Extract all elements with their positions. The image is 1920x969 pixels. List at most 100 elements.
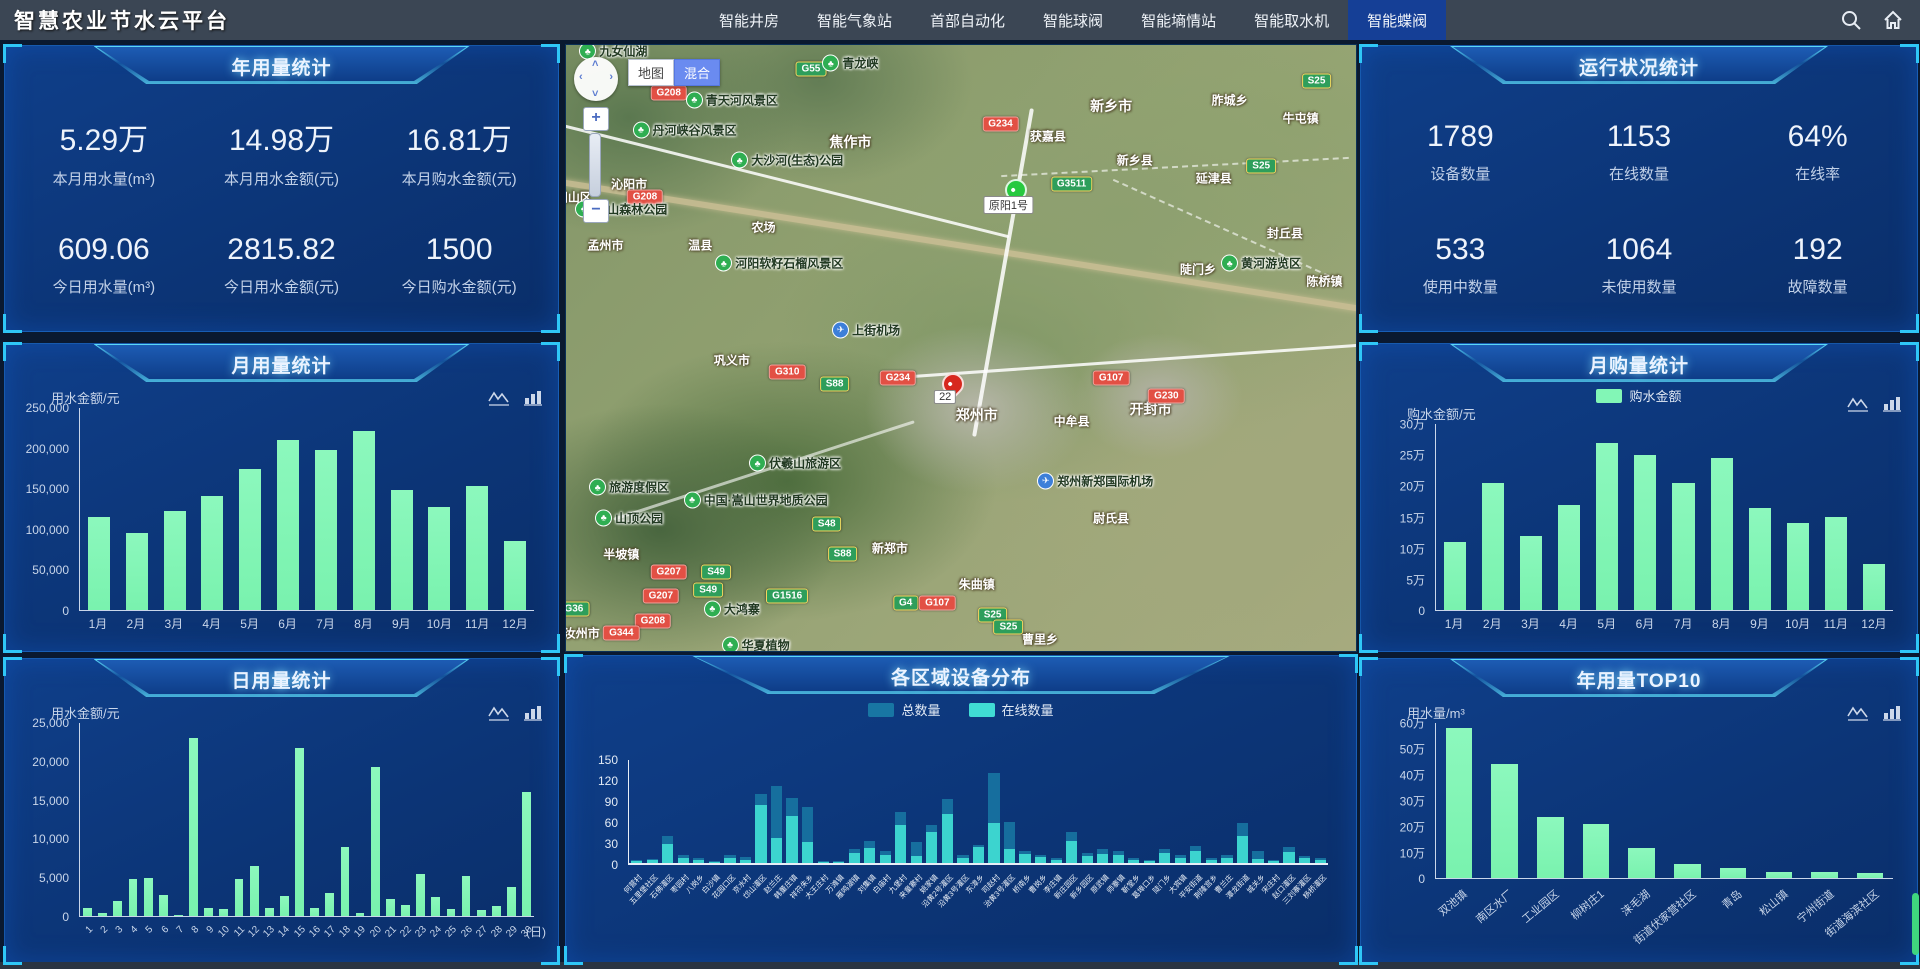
map-poi[interactable]: ♣山顶公园: [595, 509, 663, 526]
map-poi[interactable]: ♣青龙峡: [822, 55, 878, 72]
bar-online[interactable]: [1206, 860, 1217, 863]
bar[interactable]: [88, 517, 110, 610]
bar[interactable]: [1444, 542, 1466, 610]
bar[interactable]: [1558, 505, 1580, 610]
bar[interactable]: [1863, 564, 1885, 611]
bar-online[interactable]: [911, 856, 922, 863]
nav-tab-智能球阀[interactable]: 智能球阀: [1024, 0, 1122, 40]
bar-online[interactable]: [1082, 856, 1093, 863]
search-icon[interactable]: [1840, 9, 1862, 31]
bar-group[interactable]: [1266, 760, 1282, 863]
satellite-map[interactable]: 焦作市新乡市获嘉县新乡县胙城乡牛屯镇延津县封丘县沁阳市孟州市温县农场阳山区巩义市…: [565, 44, 1357, 652]
bar[interactable]: [466, 486, 488, 610]
bar-online[interactable]: [1113, 855, 1124, 863]
bar-group[interactable]: [1281, 760, 1297, 863]
bar-group[interactable]: [955, 760, 971, 863]
nav-tab-智能蝶阀[interactable]: 智能蝶阀: [1348, 0, 1446, 40]
bar-group[interactable]: [660, 760, 676, 863]
bar-group[interactable]: [971, 760, 987, 863]
bar[interactable]: [1766, 872, 1793, 878]
bar-online[interactable]: [786, 816, 797, 863]
bar-online[interactable]: [833, 862, 844, 863]
map-poi[interactable]: ♣大鸿寨: [704, 600, 760, 617]
bar-online[interactable]: [1004, 849, 1015, 863]
bar[interactable]: [1596, 443, 1618, 610]
bar[interactable]: [235, 879, 244, 916]
bar[interactable]: [1825, 517, 1847, 610]
bar[interactable]: [239, 469, 261, 610]
bar-group[interactable]: [893, 760, 909, 863]
zoom-in-button[interactable]: +: [583, 107, 609, 131]
bar[interactable]: [447, 909, 456, 916]
map-poi[interactable]: ♣青天河风景区: [686, 91, 778, 108]
bar-group[interactable]: [753, 760, 769, 863]
map-poi[interactable]: ♣河阳软籽石榴风景区: [715, 255, 843, 272]
bar-online[interactable]: [1299, 858, 1310, 863]
bar-online[interactable]: [895, 825, 906, 863]
map-pan-control[interactable]: ˄˅ ‹›: [574, 57, 618, 101]
bar[interactable]: [428, 507, 450, 610]
bar-online[interactable]: [631, 861, 642, 863]
bar-group[interactable]: [738, 760, 754, 863]
bar[interactable]: [504, 541, 526, 610]
bar-online[interactable]: [1159, 853, 1170, 863]
bar-group[interactable]: [800, 760, 816, 863]
bar-group[interactable]: [1048, 760, 1064, 863]
bar[interactable]: [159, 895, 168, 916]
bar-group[interactable]: [1204, 760, 1220, 863]
bar[interactable]: [1672, 483, 1694, 610]
bar[interactable]: [492, 906, 501, 916]
line-chart-toggle-icon[interactable]: [488, 705, 510, 726]
bar[interactable]: [204, 908, 213, 916]
bar[interactable]: [462, 876, 471, 916]
bar-online[interactable]: [1035, 857, 1046, 863]
bar[interactable]: [522, 792, 531, 916]
bar[interactable]: [219, 909, 228, 916]
bar-group[interactable]: [1250, 760, 1266, 863]
bar[interactable]: [325, 893, 334, 916]
bar-group[interactable]: [1126, 760, 1142, 863]
bar[interactable]: [129, 879, 138, 916]
bar[interactable]: [1674, 864, 1701, 878]
bar[interactable]: [1749, 508, 1771, 610]
map-poi[interactable]: ♣丹河峡谷风景区: [632, 121, 736, 138]
bar[interactable]: [477, 910, 486, 916]
bar-online[interactable]: [1221, 858, 1232, 863]
bar-online[interactable]: [988, 823, 999, 863]
bar[interactable]: [1634, 455, 1656, 610]
map-type-map-button[interactable]: 地图: [628, 59, 674, 86]
bar-group[interactable]: [924, 760, 940, 863]
bar-group[interactable]: [645, 760, 661, 863]
bar[interactable]: [1628, 848, 1655, 878]
bar-group[interactable]: [986, 760, 1002, 863]
bar-online[interactable]: [1268, 861, 1279, 863]
bar-group[interactable]: [909, 760, 925, 863]
bar-online[interactable]: [709, 862, 720, 863]
bar-group[interactable]: [1188, 760, 1204, 863]
bar-online[interactable]: [724, 858, 735, 863]
bar-online[interactable]: [1066, 841, 1077, 863]
bar-group[interactable]: [1312, 760, 1328, 863]
nav-tab-智能井房[interactable]: 智能井房: [700, 0, 798, 40]
bar-group[interactable]: [1033, 760, 1049, 863]
map-type-hybrid-button[interactable]: 混合: [674, 59, 720, 86]
scrollbar-thumb[interactable]: [1912, 893, 1919, 955]
bar[interactable]: [310, 908, 319, 916]
bar[interactable]: [401, 905, 410, 916]
bar-online[interactable]: [693, 860, 704, 863]
bar-group[interactable]: [831, 760, 847, 863]
bar[interactable]: [250, 866, 259, 916]
bar-group[interactable]: [1157, 760, 1173, 863]
bar[interactable]: [1711, 458, 1733, 610]
bar[interactable]: [201, 496, 223, 610]
map-poi[interactable]: ♣旅游度假区: [589, 479, 669, 496]
nav-tab-智能取水机[interactable]: 智能取水机: [1235, 0, 1348, 40]
bar-online[interactable]: [818, 862, 829, 863]
bar[interactable]: [353, 431, 375, 610]
bar[interactable]: [189, 738, 198, 916]
bar-chart-toggle-icon[interactable]: [1883, 705, 1901, 726]
bar[interactable]: [356, 913, 365, 916]
bar[interactable]: [1537, 817, 1564, 878]
legend-purchase-amount[interactable]: 购水金额: [1596, 386, 1681, 405]
zoom-out-button[interactable]: −: [583, 199, 609, 223]
